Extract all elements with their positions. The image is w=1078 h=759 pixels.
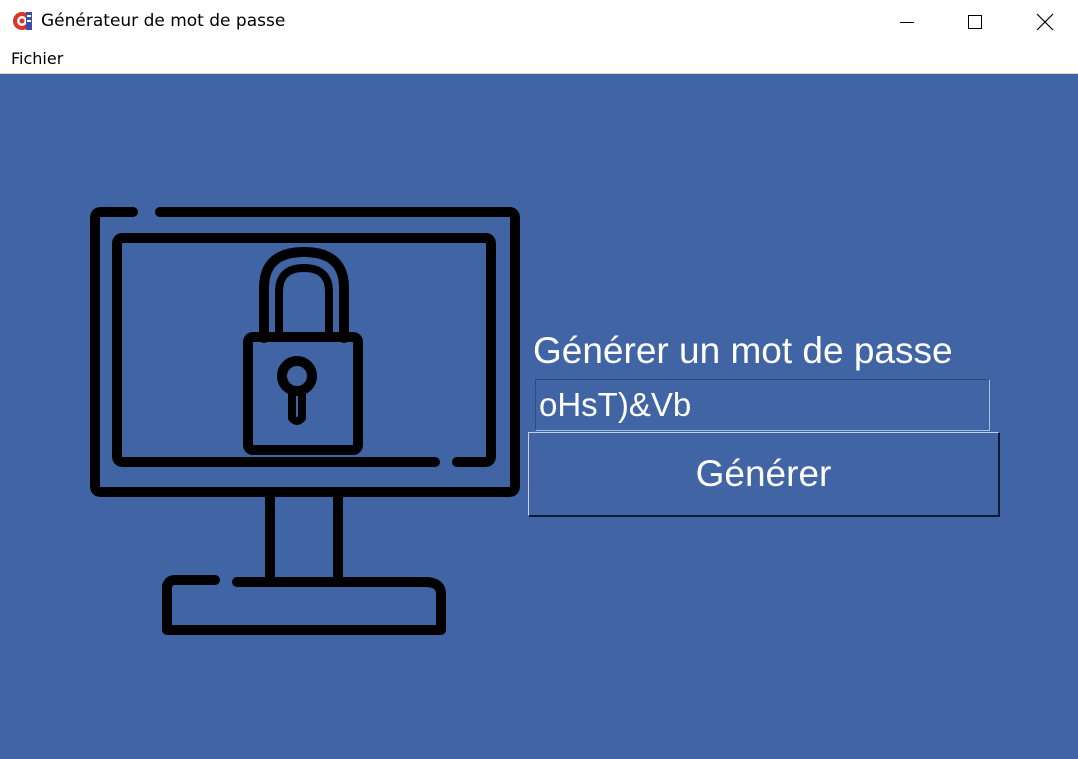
password-output-field[interactable]: oHsT)&Vb — [535, 379, 990, 431]
generate-button[interactable]: Générer — [528, 432, 1000, 517]
close-icon — [1036, 13, 1054, 30]
minimize-icon — [900, 21, 914, 23]
close-button[interactable] — [1010, 0, 1078, 43]
monitor-padlock-icon — [90, 207, 520, 635]
window-title: Générateur de mot de passe — [41, 11, 286, 31]
app-icon — [13, 12, 32, 30]
title-bar: Générateur de mot de passe — [0, 0, 1078, 43]
page-heading: Générer un mot de passe — [533, 330, 953, 371]
menu-bar: Fichier — [0, 43, 1078, 74]
maximize-button[interactable] — [940, 0, 1010, 43]
maximize-icon — [968, 14, 982, 29]
menu-fichier[interactable]: Fichier — [11, 49, 63, 68]
main-panel: Générer un mot de passe oHsT)&Vb Générer — [0, 74, 1078, 759]
minimize-button[interactable] — [872, 0, 942, 43]
